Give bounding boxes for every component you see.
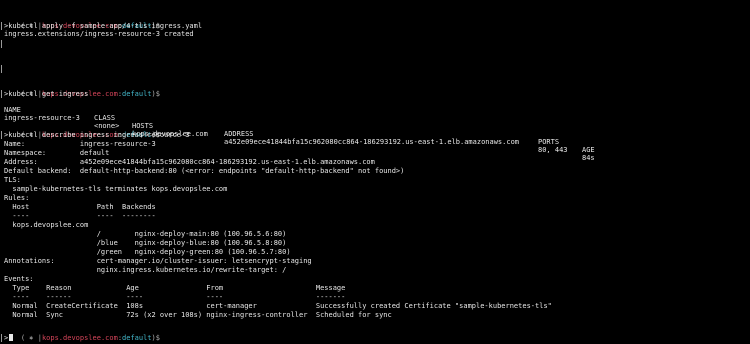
table-cell: a452e09ece41844bfa15c962080cc864-1862931…: [224, 138, 520, 146]
output-line: ---- ---- --------: [4, 212, 156, 220]
prompt-line: ( ⎈ |kops.devopslee.com:default)$: [20, 90, 160, 98]
command-output: ingress.extensions/ingress-resource-3 cr…: [4, 30, 194, 38]
output-line: Annotations: cert-manager.io/cluster-iss…: [4, 257, 312, 265]
prompt-line: ( ⎈ |kops.devopslee.com:default)$: [20, 334, 160, 342]
table-header: NAME CLASS HOSTS ADDRESS PORTS AGE: [4, 98, 750, 154]
column-header: PORTS: [538, 138, 560, 146]
output-line: sample-kubernetes-tls terminates kops.de…: [4, 185, 228, 193]
output-line: nginx.ingress.kubernetes.io/rewrite-targ…: [4, 266, 287, 274]
output-line: Host Path Backends: [4, 203, 156, 211]
output-line: Normal CreateCertificate 108s cert-manag…: [4, 302, 552, 310]
output-line: Events:: [4, 275, 34, 283]
text-cursor: [9, 334, 13, 341]
output-line: Type Reason Age From Message: [4, 284, 346, 292]
column-header: AGE: [582, 146, 595, 154]
command-line: >kubectl get ingress: [4, 90, 89, 98]
output-line: TLS:: [4, 176, 21, 184]
command-input[interactable]: >: [4, 334, 8, 342]
output-line: kops.devopslee.com: [4, 221, 89, 229]
output-line: Name: ingress-resource-3: [4, 140, 156, 148]
table-row: ingress-resource-3 <none> kops.devopslee…: [4, 106, 750, 162]
output-line: Namespace: default: [4, 149, 110, 157]
terminal-window[interactable]: ( ⎈ |kops.devopslee.com:default)$ >kubec…: [0, 0, 750, 344]
output-line: Normal Sync 72s (x2 over 108s) nginx-ing…: [4, 311, 392, 319]
line-marker: [0, 40, 4, 48]
output-line: Rules:: [4, 194, 30, 202]
output-line: / nginx-deploy-main:80 (100.96.5.6:80): [4, 230, 287, 238]
command-line: >kubectl describe ingress ingress-resour…: [4, 131, 190, 139]
output-line: /blue nginx-deploy-blue:80 (100.96.5.8:8…: [4, 239, 287, 247]
table-cell: 84s: [582, 154, 595, 162]
table-cell: ingress-resource-3: [4, 114, 80, 122]
output-line: Default backend: default-http-backend:80…: [4, 167, 405, 175]
output-line: ---- ------ ---- ---- -------: [4, 293, 346, 301]
column-header: CLASS: [94, 114, 116, 122]
table-cell: 80, 443: [538, 146, 568, 154]
command-line: >kubectl apply -f sample-app/4-tls-ingre…: [4, 22, 203, 30]
column-header: ADDRESS: [224, 130, 254, 138]
output-line: /green nginx-deploy-green:80 (100.96.5.7…: [4, 248, 291, 256]
line-marker: [0, 65, 4, 73]
prompt-line: ( ⎈ |kops.devopslee.com:default)$: [4, 14, 160, 30]
output-line: Address: a452e09ece41844bfa15c962080cc86…: [4, 158, 375, 166]
prompt-line: ( ⎈ |kops.devopslee.com:default)$: [20, 131, 160, 139]
